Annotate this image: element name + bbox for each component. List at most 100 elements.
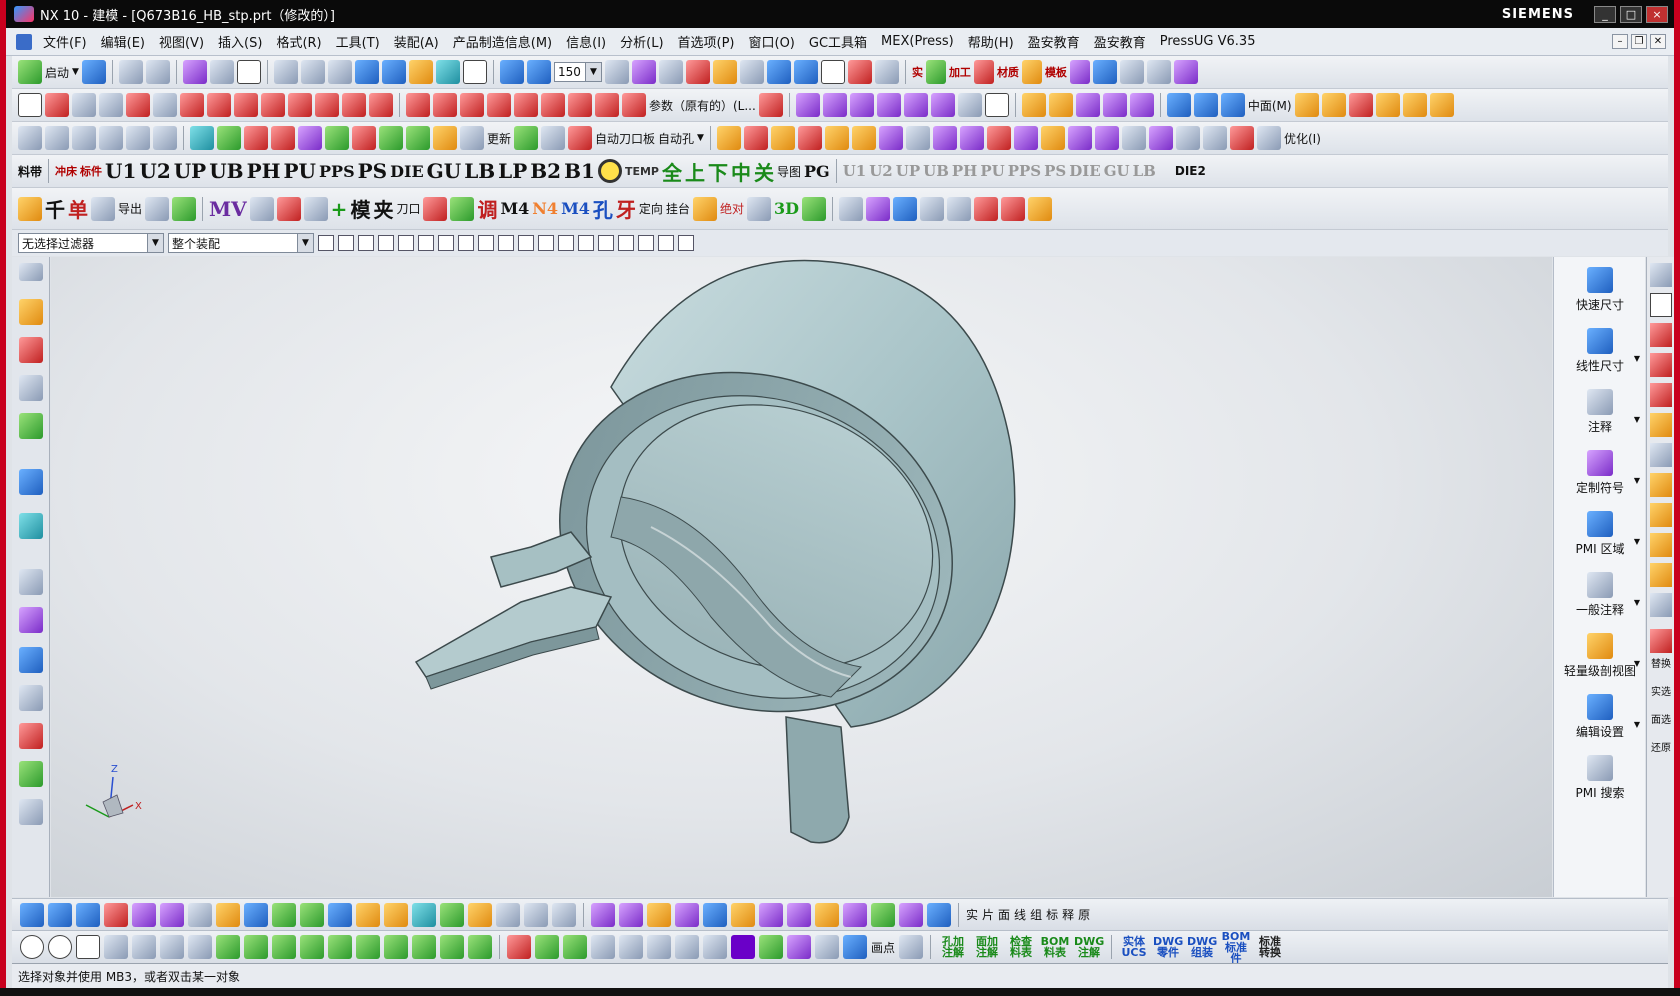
3d-library-label[interactable]: 3D [774, 199, 799, 218]
dwg-note-button[interactable]: DWG注解 [1074, 936, 1104, 958]
red-cube-icon[interactable] [797, 126, 822, 150]
surface-tool-12-icon[interactable] [468, 902, 492, 927]
line-green-6-icon[interactable] [356, 935, 380, 959]
role-icon[interactable] [19, 647, 43, 673]
restore-button[interactable]: 还原 [1650, 743, 1672, 767]
solid-icon[interactable] [925, 60, 946, 84]
upper-label[interactable]: 上 [685, 157, 705, 186]
face-tool-5-icon[interactable] [878, 126, 903, 150]
warehouse-icon[interactable] [1027, 196, 1052, 221]
wcs-icon[interactable] [658, 60, 683, 84]
hd3d-icon[interactable] [19, 761, 43, 787]
check-bom-button[interactable]: 检查料表 [1006, 936, 1036, 958]
strip-tool-4-icon[interactable] [1650, 593, 1672, 617]
line-icon[interactable] [188, 935, 212, 959]
face-tool-12-icon[interactable] [1067, 126, 1092, 150]
menu-pressug[interactable]: PressUG V6.35 [1153, 34, 1263, 49]
plate-ps[interactable]: PS [358, 159, 387, 183]
strip-yellow-5-icon[interactable] [1650, 563, 1672, 587]
plate-u1[interactable]: U1 [105, 159, 136, 183]
press-label[interactable]: 冲床 [55, 166, 77, 177]
background-icon[interactable] [462, 60, 487, 84]
move-component-icon[interactable] [499, 60, 524, 84]
resource-settings-icon[interactable] [19, 263, 43, 281]
figure-icon[interactable] [276, 196, 301, 221]
hand-icon[interactable] [104, 902, 128, 927]
snap-bounded-icon[interactable] [658, 235, 674, 251]
chamfer-icon[interactable] [1348, 93, 1373, 117]
brush-icon[interactable] [1146, 60, 1171, 84]
plus-icon[interactable]: + [331, 197, 348, 221]
pull-icon[interactable] [303, 196, 328, 221]
menu-help[interactable]: 帮助(H) [961, 32, 1021, 51]
robot-icon[interactable] [919, 196, 944, 221]
pattern-icon[interactable] [675, 935, 699, 959]
face-op-6-icon[interactable] [731, 902, 755, 927]
line-green-3-icon[interactable] [272, 935, 296, 959]
die-tool-2-icon[interactable] [45, 126, 69, 150]
m4-label[interactable]: M4 [500, 199, 529, 218]
doc-close-button[interactable]: ✕ [1650, 34, 1666, 49]
steel-icon[interactable] [541, 126, 566, 150]
snap-point-on-curve-icon[interactable] [618, 235, 634, 251]
filter-sheet-label[interactable]: 片 [982, 906, 994, 923]
extend-curve-icon[interactable] [568, 93, 592, 117]
select-face-icon[interactable] [358, 235, 374, 251]
quick-clamp-icon[interactable] [568, 126, 593, 150]
thousand-label[interactable]: 千 [45, 194, 65, 223]
face-op-7-icon[interactable] [759, 902, 783, 927]
plate-u2[interactable]: U2 [139, 159, 170, 183]
plate-lp[interactable]: LP [498, 159, 527, 183]
face-op-2-icon[interactable] [619, 902, 643, 927]
process-studio-icon[interactable] [19, 799, 43, 825]
hole-note-button[interactable]: 孔加注解 [938, 936, 968, 958]
face-op-12-icon[interactable] [899, 902, 923, 927]
face-tool-10-icon[interactable] [1013, 126, 1038, 150]
move-ps[interactable]: PS [1044, 162, 1066, 180]
curve-tool-3-icon[interactable] [76, 902, 100, 927]
snap-endpoint-icon[interactable] [458, 235, 474, 251]
face-note-button[interactable]: 面加注解 [972, 936, 1002, 958]
hang-label[interactable]: 挂台 [666, 200, 690, 217]
intersect-icon[interactable] [1129, 93, 1154, 117]
all-label[interactable]: 全 [662, 157, 682, 186]
cylinder-icon[interactable] [892, 196, 917, 221]
pen-icon[interactable] [838, 196, 863, 221]
solid-ucs-button[interactable]: 实体UCS [1119, 936, 1149, 958]
menu-assembly[interactable]: 装配(A) [387, 32, 446, 51]
grid-block-icon[interactable] [433, 126, 457, 150]
sheet-icon[interactable] [822, 93, 847, 117]
plate-die[interactable]: DIE [390, 162, 424, 181]
eraser-icon[interactable] [132, 902, 156, 927]
offset-face-icon[interactable] [1166, 93, 1191, 117]
layer-load-icon[interactable] [460, 126, 484, 150]
filter-reset-icon[interactable] [318, 235, 334, 251]
bom-standard-button[interactable]: BOM标准件 [1221, 931, 1251, 963]
face-select-button[interactable]: 面选 [1650, 715, 1672, 739]
menu-preferences[interactable]: 首选项(P) [671, 32, 742, 51]
axis-icon[interactable] [703, 935, 727, 959]
start-icon[interactable] [18, 60, 42, 84]
hole-label[interactable]: 孔 [593, 194, 613, 223]
plate-ph[interactable]: PH [247, 159, 281, 183]
face-op-9-icon[interactable] [815, 902, 839, 927]
safety-block-icon[interactable] [352, 126, 376, 150]
menu-gc-toolkit[interactable]: GC工具箱 [802, 32, 874, 51]
menu-edit[interactable]: 编辑(E) [94, 32, 152, 51]
select-tool-icon[interactable] [182, 60, 207, 84]
filter-curve-label[interactable]: 线 [1014, 906, 1026, 923]
face-tool-13-icon[interactable] [1094, 126, 1119, 150]
die-tool-6-icon[interactable] [153, 126, 177, 150]
measure-icon[interactable] [685, 60, 710, 84]
line-green-4-icon[interactable] [300, 935, 324, 959]
palette-icon[interactable] [19, 607, 43, 633]
fit-view-icon[interactable] [273, 60, 298, 84]
die-tool-3-icon[interactable] [72, 126, 96, 150]
filter-note-label[interactable]: 释 [1062, 906, 1074, 923]
start-label[interactable]: 启动 [45, 64, 69, 81]
scissors-icon[interactable] [91, 196, 115, 221]
face-tool-1-icon[interactable] [716, 126, 741, 150]
face-tool-2-icon[interactable] [743, 126, 768, 150]
type-filter-dropdown-icon[interactable]: ▼ [147, 234, 163, 252]
parameter-label[interactable]: 参数（原有的）(L... [649, 97, 756, 114]
